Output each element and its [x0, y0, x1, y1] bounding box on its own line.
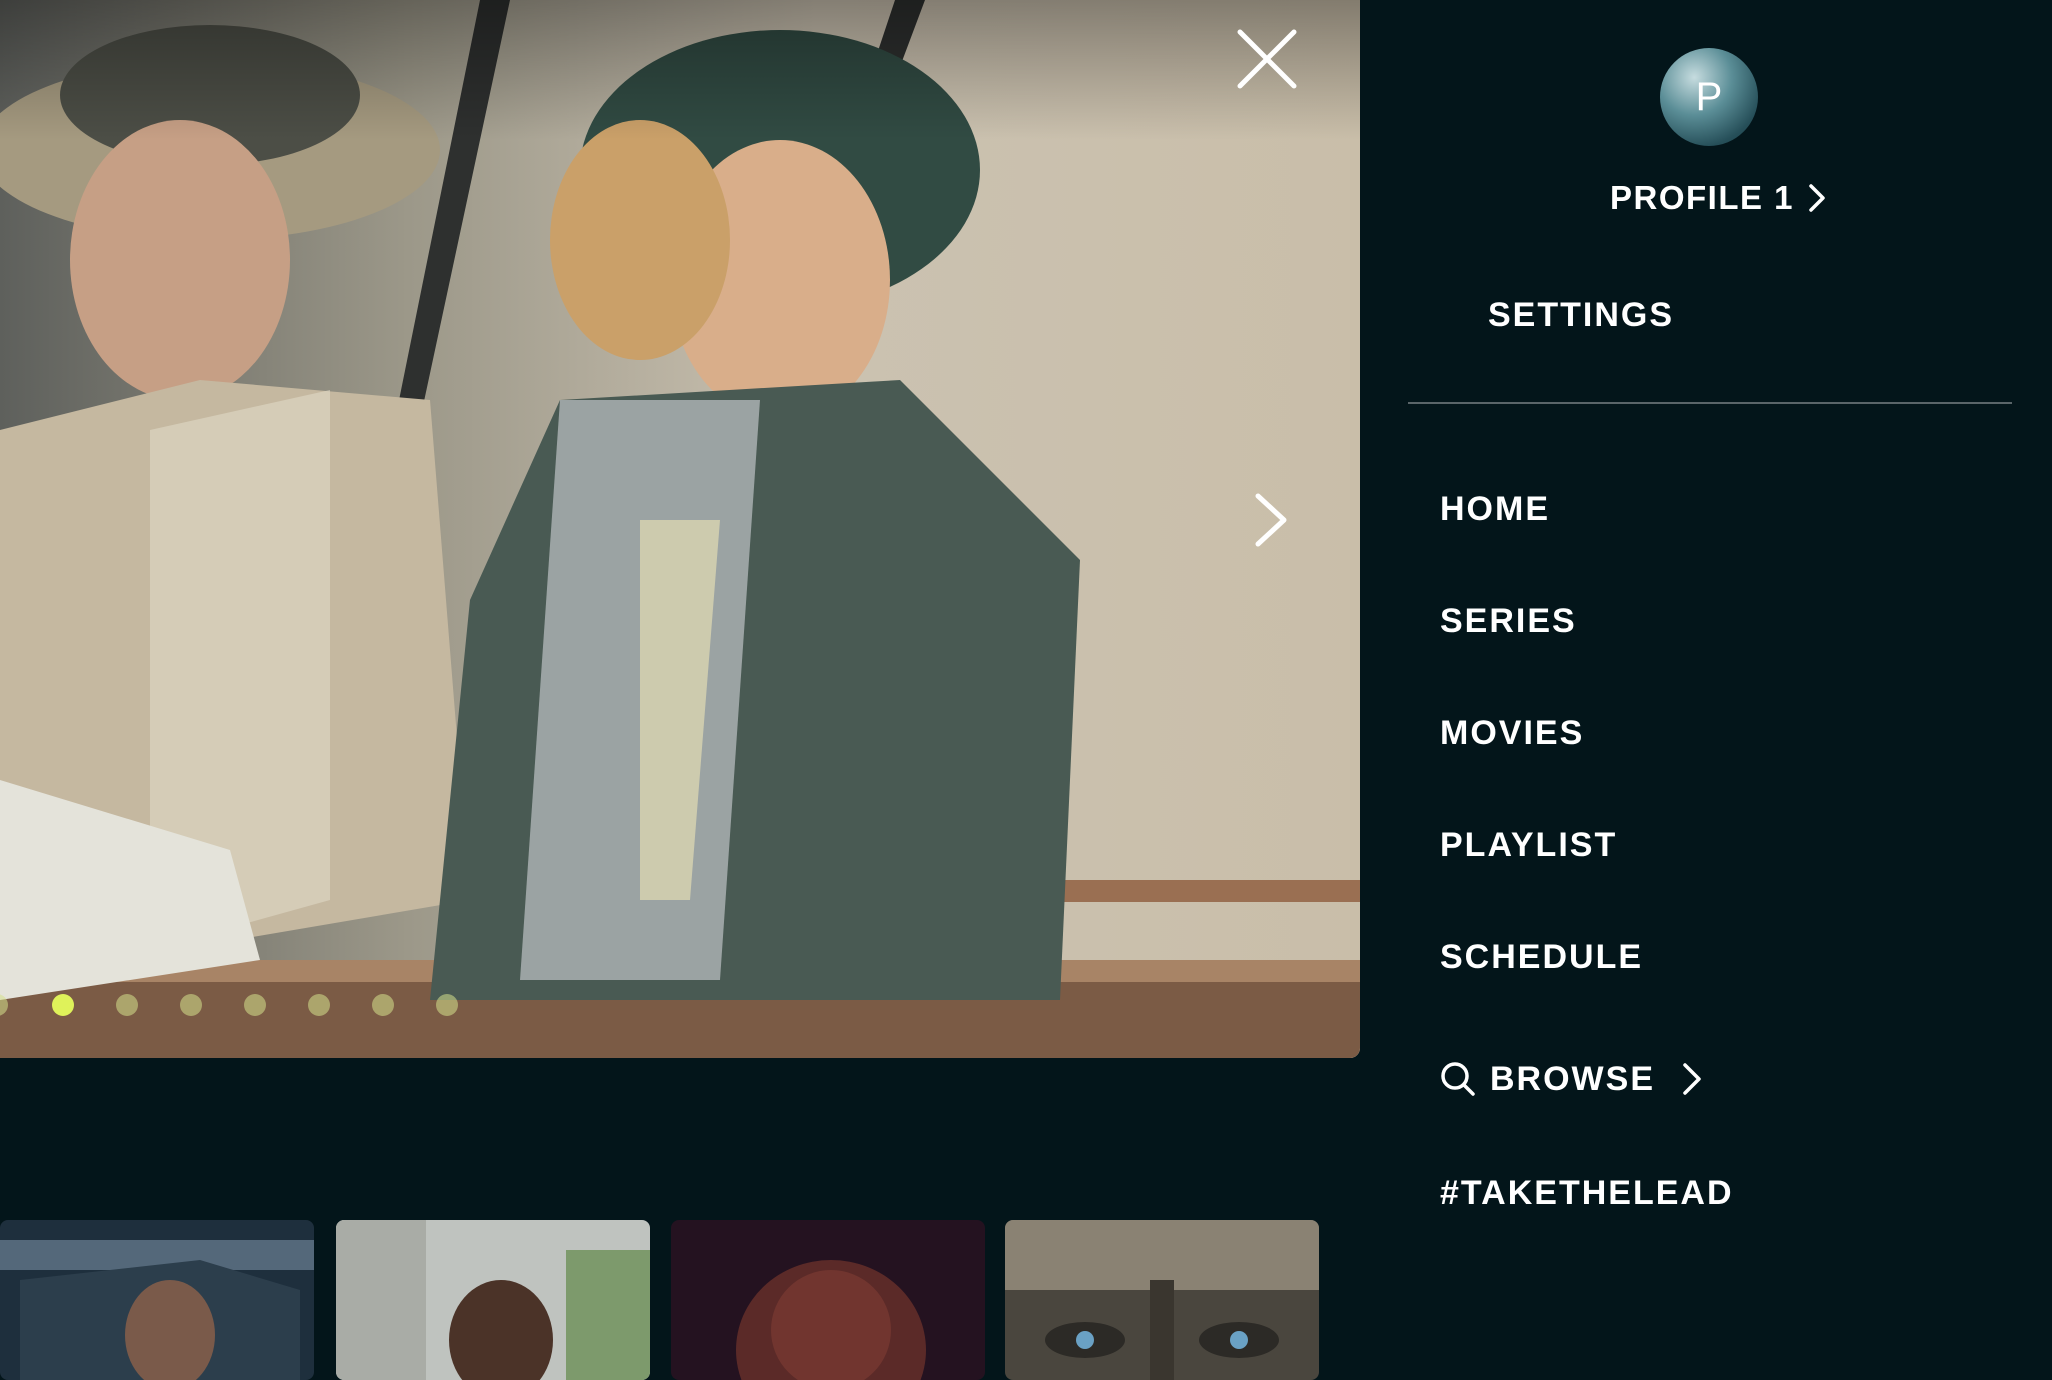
carousel-dot[interactable]	[0, 994, 8, 1016]
chevron-right-icon	[1683, 1063, 1701, 1095]
nav-item-takethelead[interactable]: #TAKETHELEAD	[1440, 1174, 1734, 1213]
hero-banner[interactable]	[0, 0, 1360, 1058]
profile-name: PROFILE 1	[1610, 179, 1795, 216]
hero-image	[0, 0, 1360, 1058]
nav-item-movies[interactable]: MOVIES	[1440, 714, 1584, 753]
carousel-dot[interactable]	[180, 994, 202, 1016]
nav-item-browse[interactable]: BROWSE	[1440, 1054, 1703, 1104]
hero-top-gradient	[0, 0, 1360, 140]
carousel-dot[interactable]	[244, 994, 266, 1016]
carousel-dot-active[interactable]	[52, 994, 74, 1016]
thumb-car-scene[interactable]	[0, 1220, 314, 1380]
menu-divider	[1408, 402, 2012, 404]
carousel-dot[interactable]	[116, 994, 138, 1016]
thumb-car-scene-image	[0, 1220, 314, 1380]
close-icon[interactable]	[1234, 26, 1300, 92]
thumb-dark-portrait-image	[671, 1220, 985, 1380]
chevron-right-icon	[1809, 184, 1825, 212]
avatar-initial: P	[1695, 74, 1723, 119]
thumb-cemetery-image	[336, 1220, 650, 1380]
nav-item-series[interactable]: SERIES	[1440, 602, 1577, 641]
nav-item-playlist[interactable]: PLAYLIST	[1440, 826, 1617, 865]
carousel-dot[interactable]	[372, 994, 394, 1016]
settings-link[interactable]: SETTINGS	[1488, 296, 1674, 335]
carousel-dot[interactable]	[308, 994, 330, 1016]
carousel-dot[interactable]	[436, 994, 458, 1016]
chevron-right-icon[interactable]	[1248, 490, 1296, 550]
carousel-pagination	[0, 994, 480, 1016]
nav-item-schedule[interactable]: SCHEDULE	[1440, 938, 1643, 977]
side-menu: P PROFILE 1 SETTINGS HOME SERIES MOVIES …	[1360, 0, 2052, 1368]
search-icon	[1441, 1062, 1475, 1096]
thumb-warrior-helmet-image	[1005, 1220, 1319, 1380]
avatar[interactable]: P	[1660, 48, 1758, 146]
browse-label: BROWSE	[1490, 1059, 1655, 1098]
nav-item-home[interactable]: HOME	[1440, 490, 1550, 529]
profile-switcher[interactable]: PROFILE 1	[1610, 176, 1826, 220]
thumb-cemetery-portrait[interactable]	[336, 1220, 650, 1380]
thumb-dark-portrait[interactable]	[671, 1220, 985, 1380]
thumb-warrior-helmet[interactable]	[1005, 1220, 1319, 1380]
